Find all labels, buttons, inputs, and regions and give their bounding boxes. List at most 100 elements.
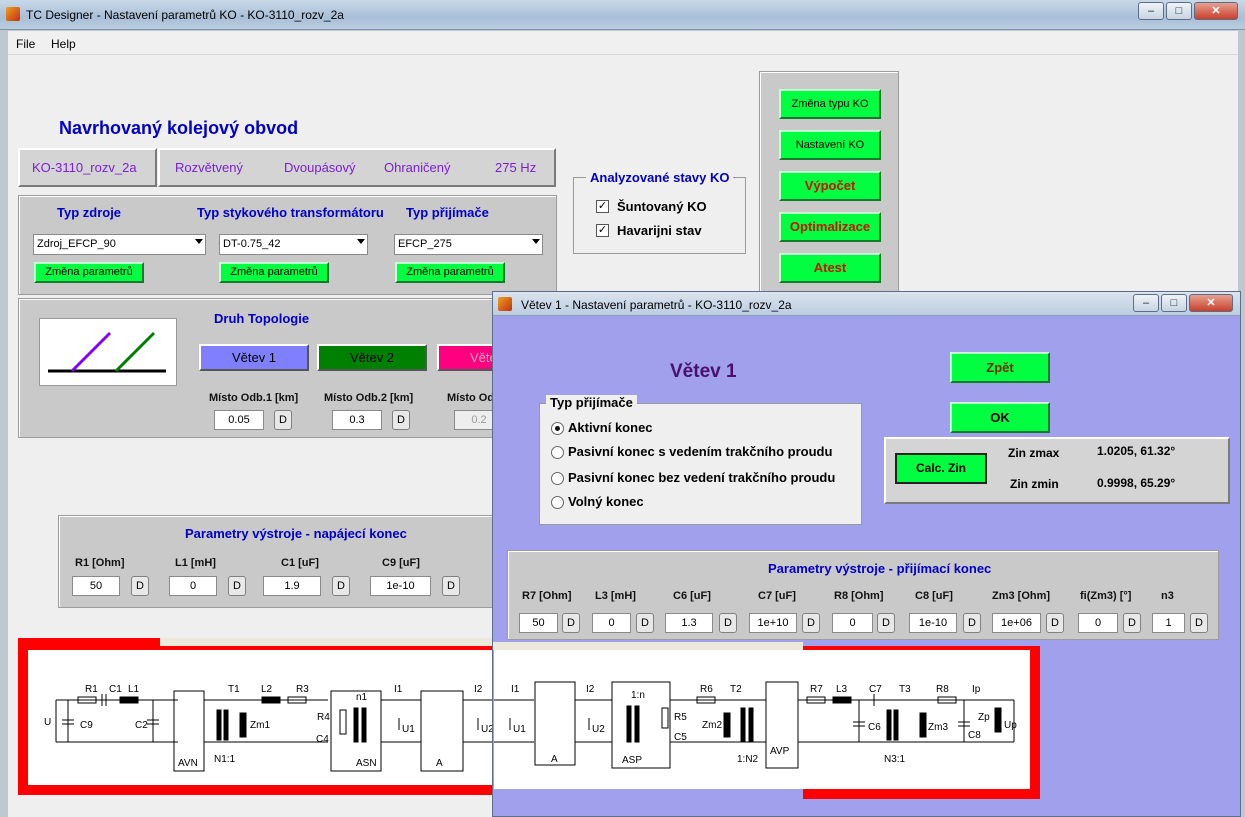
c9-input[interactable]: 1e-10 (370, 576, 431, 596)
radio-free-end[interactable] (551, 496, 564, 509)
prijimac-change-button[interactable]: Změna parametrů (395, 262, 505, 283)
feed-params-title: Parametry výstroje - napájecí konec (185, 526, 407, 541)
n3-input[interactable]: 1 (1152, 613, 1185, 633)
branch1-line (70, 331, 112, 373)
c8-input[interactable]: 1e-10 (909, 613, 957, 633)
types-panel: Typ zdroje Typ stykového transformátoru … (18, 195, 557, 295)
rlabel-asp: ASP (622, 755, 642, 766)
r1-input[interactable]: 50 (72, 576, 120, 596)
rlabel-t3: T3 (899, 684, 911, 695)
ok-button[interactable]: OK (950, 402, 1050, 433)
place2-d-button[interactable]: D (392, 410, 410, 430)
dialog-maximize-button[interactable]: □ (1161, 294, 1187, 312)
label-i2: I2 (474, 684, 483, 695)
prop-bounded: Ohraničený (384, 160, 451, 175)
back-button[interactable]: Zpět (950, 352, 1050, 383)
atest-button[interactable]: Atest (779, 253, 881, 283)
c8-d-button[interactable]: D (963, 613, 981, 633)
l3-d-button[interactable]: D (636, 613, 654, 633)
l1-d-button[interactable]: D (228, 576, 246, 596)
dialog-close-button[interactable]: ✕ (1189, 294, 1233, 312)
dialog-circuit-tab-strip (493, 642, 803, 650)
minimize-button[interactable]: – (1138, 2, 1164, 20)
label-c9: C9 (80, 720, 93, 731)
radio-passive-with[interactable] (551, 446, 564, 459)
emergency-label: Havarijni stav (617, 223, 702, 238)
r8-input[interactable]: 0 (832, 613, 873, 633)
menu-file[interactable]: File (16, 37, 35, 51)
label-r1: R1 (85, 684, 98, 695)
radio-active-end[interactable] (551, 422, 564, 435)
branch2-button[interactable]: Větev 2 (317, 344, 427, 371)
dialog-minimize-button[interactable]: – (1133, 294, 1159, 312)
c1-input[interactable]: 1.9 (263, 576, 321, 596)
zm3-label: Zm3 [Ohm] (992, 590, 1051, 602)
c6-input[interactable]: 1.3 (665, 613, 713, 633)
label-u: U (44, 717, 51, 728)
zdroj-select[interactable]: Zdroj_EFCP_90 (33, 234, 206, 255)
label-c4: C4 (316, 734, 329, 745)
c7-label: C7 [uF] (758, 590, 796, 602)
c6-d-button[interactable]: D (719, 613, 737, 633)
r7-d-button[interactable]: D (562, 613, 580, 633)
r8-d-button[interactable]: D (877, 613, 895, 633)
calc-zin-button[interactable]: Calc. Zin (895, 453, 987, 484)
prijimac-select[interactable]: EFCP_275 (394, 234, 543, 255)
branch1-button[interactable]: Větev 1 (199, 344, 309, 371)
trafo-select[interactable]: DT-0.75_42 (219, 234, 368, 255)
receiver-circuit-svg: I1 U1 A I2 U2 1:n R5 C5 ASP R6 T2 Zm2 1:… (494, 681, 1017, 769)
r1-d-button[interactable]: D (131, 576, 149, 596)
l1-input[interactable]: 0 (169, 576, 217, 596)
place1-d-button[interactable]: D (274, 410, 292, 430)
l3-label: L3 [mH] (595, 590, 636, 602)
label-t1: T1 (228, 684, 240, 695)
fi-zm3-d-button[interactable]: D (1123, 613, 1141, 633)
c7-input[interactable]: 1e+10 (749, 613, 797, 633)
shunted-label: Šuntovaný KO (617, 199, 707, 214)
place2-input[interactable]: 0.3 (332, 410, 382, 430)
trafo-label: Typ stykového transformátoru (197, 205, 384, 220)
emergency-checkbox[interactable]: ✓ (596, 224, 609, 237)
label-r3: R3 (296, 684, 309, 695)
n3-d-button[interactable]: D (1190, 613, 1208, 633)
trafo-change-button[interactable]: Změna parametrů (219, 262, 329, 283)
zm3-d-button[interactable]: D (1046, 613, 1064, 633)
option-passive-without: Pasivní konec bez vedení trakčního proud… (568, 470, 836, 485)
ko-settings-button[interactable]: Nastavení KO (779, 130, 881, 160)
fi-zm3-input[interactable]: 0 (1078, 613, 1118, 633)
matlab-logo-icon (6, 7, 20, 21)
optimize-button[interactable]: Optimalizace (779, 212, 881, 242)
rlabel-c5: C5 (674, 732, 687, 743)
r7-input[interactable]: 50 (519, 613, 558, 633)
rlabel-1-n: 1:n (631, 690, 645, 701)
compute-button[interactable]: Výpočet (779, 171, 881, 201)
rlabel-zm2: Zm2 (702, 720, 722, 731)
feed-params-panel: Parametry výstroje - napájecí konec R1 [… (58, 515, 548, 608)
receiver-legend: Typ přijímače (546, 395, 637, 410)
change-ko-type-button[interactable]: Změna typu KO (779, 89, 881, 119)
radio-passive-without[interactable] (551, 472, 564, 485)
close-button[interactable]: ✕ (1194, 2, 1238, 20)
r8-label: R8 [Ohm] (834, 590, 884, 602)
label-l2: L2 (261, 684, 273, 695)
rlabel-zm3: Zm3 (928, 722, 948, 733)
shunted-checkbox[interactable]: ✓ (596, 200, 609, 213)
zin-panel: Calc. Zin Zin zmax 1.0205, 61.32° Zin zm… (884, 437, 1230, 504)
c9-d-button[interactable]: D (442, 576, 460, 596)
states-legend: Analyzované stavy KO (586, 170, 734, 185)
l3-input[interactable]: 0 (592, 613, 631, 633)
menu-help[interactable]: Help (51, 37, 76, 51)
zdroj-change-button[interactable]: Změna parametrů (34, 262, 144, 283)
option-passive-with: Pasivní konec s vedením trakčního proudu (568, 444, 833, 459)
rlabel-l3: L3 (836, 684, 848, 695)
prop-rails: Dvoupásový (284, 160, 356, 175)
place1-input[interactable]: 0.05 (214, 410, 264, 430)
c7-d-button[interactable]: D (802, 613, 820, 633)
maximize-button[interactable]: □ (1166, 2, 1192, 20)
ko-name-box: KO-3110_rozv_2a (18, 148, 157, 187)
rlabel-c7: C7 (869, 684, 882, 695)
rlabel-u2: U2 (592, 724, 605, 735)
c1-d-button[interactable]: D (332, 576, 350, 596)
rlabel-avp: AVP (770, 746, 790, 757)
zm3-input[interactable]: 1e+06 (992, 613, 1041, 633)
